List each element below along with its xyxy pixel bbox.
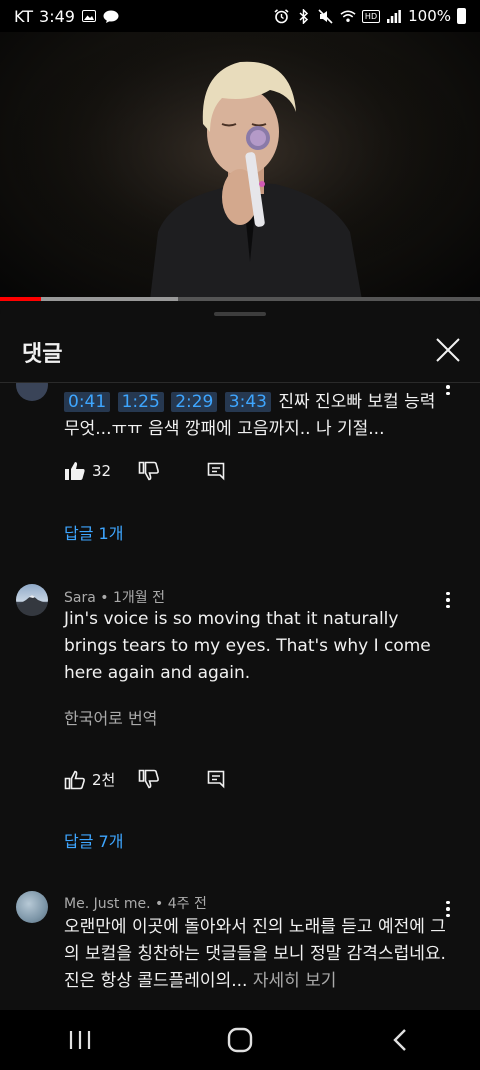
kebab-dot xyxy=(446,591,450,596)
comment-author[interactable]: Sara xyxy=(64,590,96,606)
kebab-dot xyxy=(446,385,450,389)
like-count: 2천 xyxy=(92,771,116,789)
timestamp-link[interactable]: 3:43 xyxy=(224,392,271,412)
translate-link[interactable]: 한국어로 번역 xyxy=(64,705,157,729)
kebab-dot xyxy=(446,907,450,911)
hd-icon: HD xyxy=(361,9,381,23)
close-button[interactable] xyxy=(430,332,466,368)
comment-time: 4주 전 xyxy=(167,896,207,912)
gallery-icon xyxy=(81,8,97,24)
comment-meta: Sara • 1개월 전 xyxy=(64,587,165,607)
video-frame-singer xyxy=(0,32,480,300)
timestamp-link[interactable]: 0:41 xyxy=(64,392,111,412)
comment-list[interactable]: 0:41 1:25 2:29 3:43 진짜 진오빠 보컬 능력 무엇...ㅠㅠ… xyxy=(0,383,480,1010)
back-icon xyxy=(393,1029,406,1051)
home-icon xyxy=(227,1027,253,1053)
comment-meta: Me. Just me. • 4주 전 xyxy=(64,893,207,913)
meta-separator: • xyxy=(100,590,113,606)
kebab-dot xyxy=(446,900,450,905)
signal-icon xyxy=(386,8,402,24)
back-button[interactable] xyxy=(370,1015,430,1065)
reply-comment-icon xyxy=(207,462,225,481)
comment-time: 1개월 전 xyxy=(112,590,165,606)
reply-button[interactable] xyxy=(206,461,226,481)
wifi-icon xyxy=(340,8,356,24)
talk-icon xyxy=(103,8,119,24)
mute-icon xyxy=(318,8,334,24)
reply-comment-icon xyxy=(207,770,225,789)
like-button[interactable]: 2천 xyxy=(64,769,115,790)
kebab-dot xyxy=(446,391,450,396)
kebab-dot xyxy=(446,604,450,609)
avatar[interactable] xyxy=(16,891,48,923)
reply-button[interactable] xyxy=(206,769,226,789)
replies-link[interactable]: 답글 7개 xyxy=(64,828,123,852)
drag-handle[interactable] xyxy=(214,312,266,316)
like-count: 32 xyxy=(92,462,112,480)
recents-button[interactable] xyxy=(50,1015,110,1065)
timestamp-link[interactable]: 2:29 xyxy=(171,392,218,412)
dislike-button[interactable] xyxy=(138,769,160,789)
video-progress-bar[interactable] xyxy=(0,297,480,301)
avatar[interactable] xyxy=(16,383,48,401)
avatar[interactable] xyxy=(16,584,48,616)
sheet-title: 댓글 xyxy=(22,342,63,367)
comment-text: 오랜만에 이곳에 돌아와서 진의 노래를 듣고 예전에 그의 보컬을 칭찬하는 … xyxy=(64,914,448,995)
thumbs-up-filled-icon xyxy=(65,462,85,480)
like-button[interactable]: 32 xyxy=(64,461,111,481)
battery-icon xyxy=(457,8,466,24)
thumbs-up-icon xyxy=(64,770,85,789)
close-icon xyxy=(436,338,460,362)
read-more-link[interactable]: 자세히 보기 xyxy=(253,971,337,991)
home-button[interactable] xyxy=(210,1015,270,1065)
avatar-image xyxy=(16,595,48,616)
thumbs-down-icon xyxy=(138,461,159,481)
thumbs-down-icon xyxy=(138,769,159,789)
replies-link[interactable]: 답글 1개 xyxy=(64,520,123,544)
video-player[interactable] xyxy=(0,32,480,300)
system-nav-bar xyxy=(0,1010,480,1070)
meta-separator: • xyxy=(154,896,168,912)
comment-body: Jin's voice is so moving that it natural… xyxy=(64,609,431,683)
kebab-dot xyxy=(446,598,450,602)
clock: 3:49 xyxy=(39,6,75,26)
comment-text: 0:41 1:25 2:29 3:43 진짜 진오빠 보컬 능력 무엇...ㅠㅠ… xyxy=(64,389,444,443)
recents-icon xyxy=(69,1031,91,1049)
comments-sheet: 댓글 0:41 1:25 2:29 3:43 진짜 진오빠 보컬 능력 무엇..… xyxy=(0,302,480,1010)
status-bar: KT 3:49 HD 100% xyxy=(0,0,480,32)
comment-author[interactable]: Me. Just me. xyxy=(64,896,151,912)
bluetooth-icon xyxy=(296,8,312,24)
carrier-label: KT xyxy=(14,6,34,26)
dislike-button[interactable] xyxy=(138,461,160,481)
video-played xyxy=(0,297,41,301)
battery-percent: 100% xyxy=(408,7,451,25)
alarm-icon xyxy=(274,8,290,24)
timestamp-link[interactable]: 1:25 xyxy=(117,392,164,412)
